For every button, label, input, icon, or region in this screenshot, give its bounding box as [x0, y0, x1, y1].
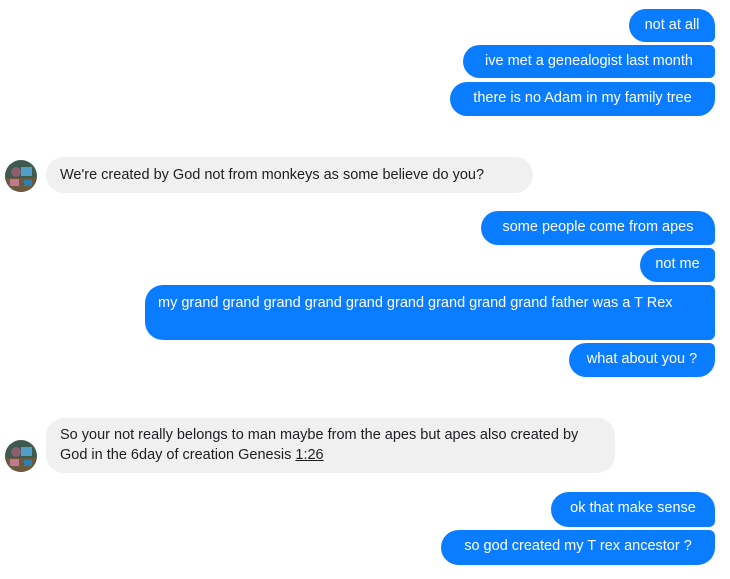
outgoing-message[interactable]: not me: [640, 248, 715, 282]
outgoing-message[interactable]: what about you ?: [569, 343, 715, 377]
message-text: my grand grand grand grand grand grand g…: [158, 295, 673, 311]
outgoing-message[interactable]: so god created my T rex ancestor ?: [441, 530, 715, 565]
avatar-photo-icon: [5, 440, 37, 472]
contact-avatar[interactable]: [5, 440, 37, 472]
avatar-photo-icon: [5, 160, 37, 192]
incoming-message[interactable]: So your not really belongs to man maybe …: [46, 418, 615, 473]
message-text: ok that make sense: [570, 500, 696, 516]
contact-avatar[interactable]: [5, 160, 37, 192]
outgoing-message[interactable]: ok that make sense: [551, 492, 715, 527]
outgoing-message[interactable]: my grand grand grand grand grand grand g…: [145, 285, 715, 340]
outgoing-message[interactable]: not at all: [629, 9, 715, 42]
outgoing-message[interactable]: there is no Adam in my family tree: [450, 82, 715, 116]
outgoing-message[interactable]: ive met a genealogist last month: [463, 45, 715, 78]
message-text: ive met a genealogist last month: [485, 53, 693, 69]
incoming-message[interactable]: We're created by God not from monkeys as…: [46, 157, 533, 193]
bible-verse-link[interactable]: 1:26: [295, 447, 323, 463]
message-text: not me: [655, 256, 700, 272]
message-text: some people come from apes: [502, 219, 694, 235]
message-text: so god created my T rex ancestor ?: [464, 538, 692, 554]
message-text: there is no Adam in my family tree: [473, 90, 692, 106]
message-text: We're created by God not from monkeys as…: [60, 167, 485, 183]
message-text: what about you ?: [586, 351, 698, 367]
message-text: not at all: [644, 17, 700, 33]
outgoing-message[interactable]: some people come from apes: [481, 211, 715, 245]
